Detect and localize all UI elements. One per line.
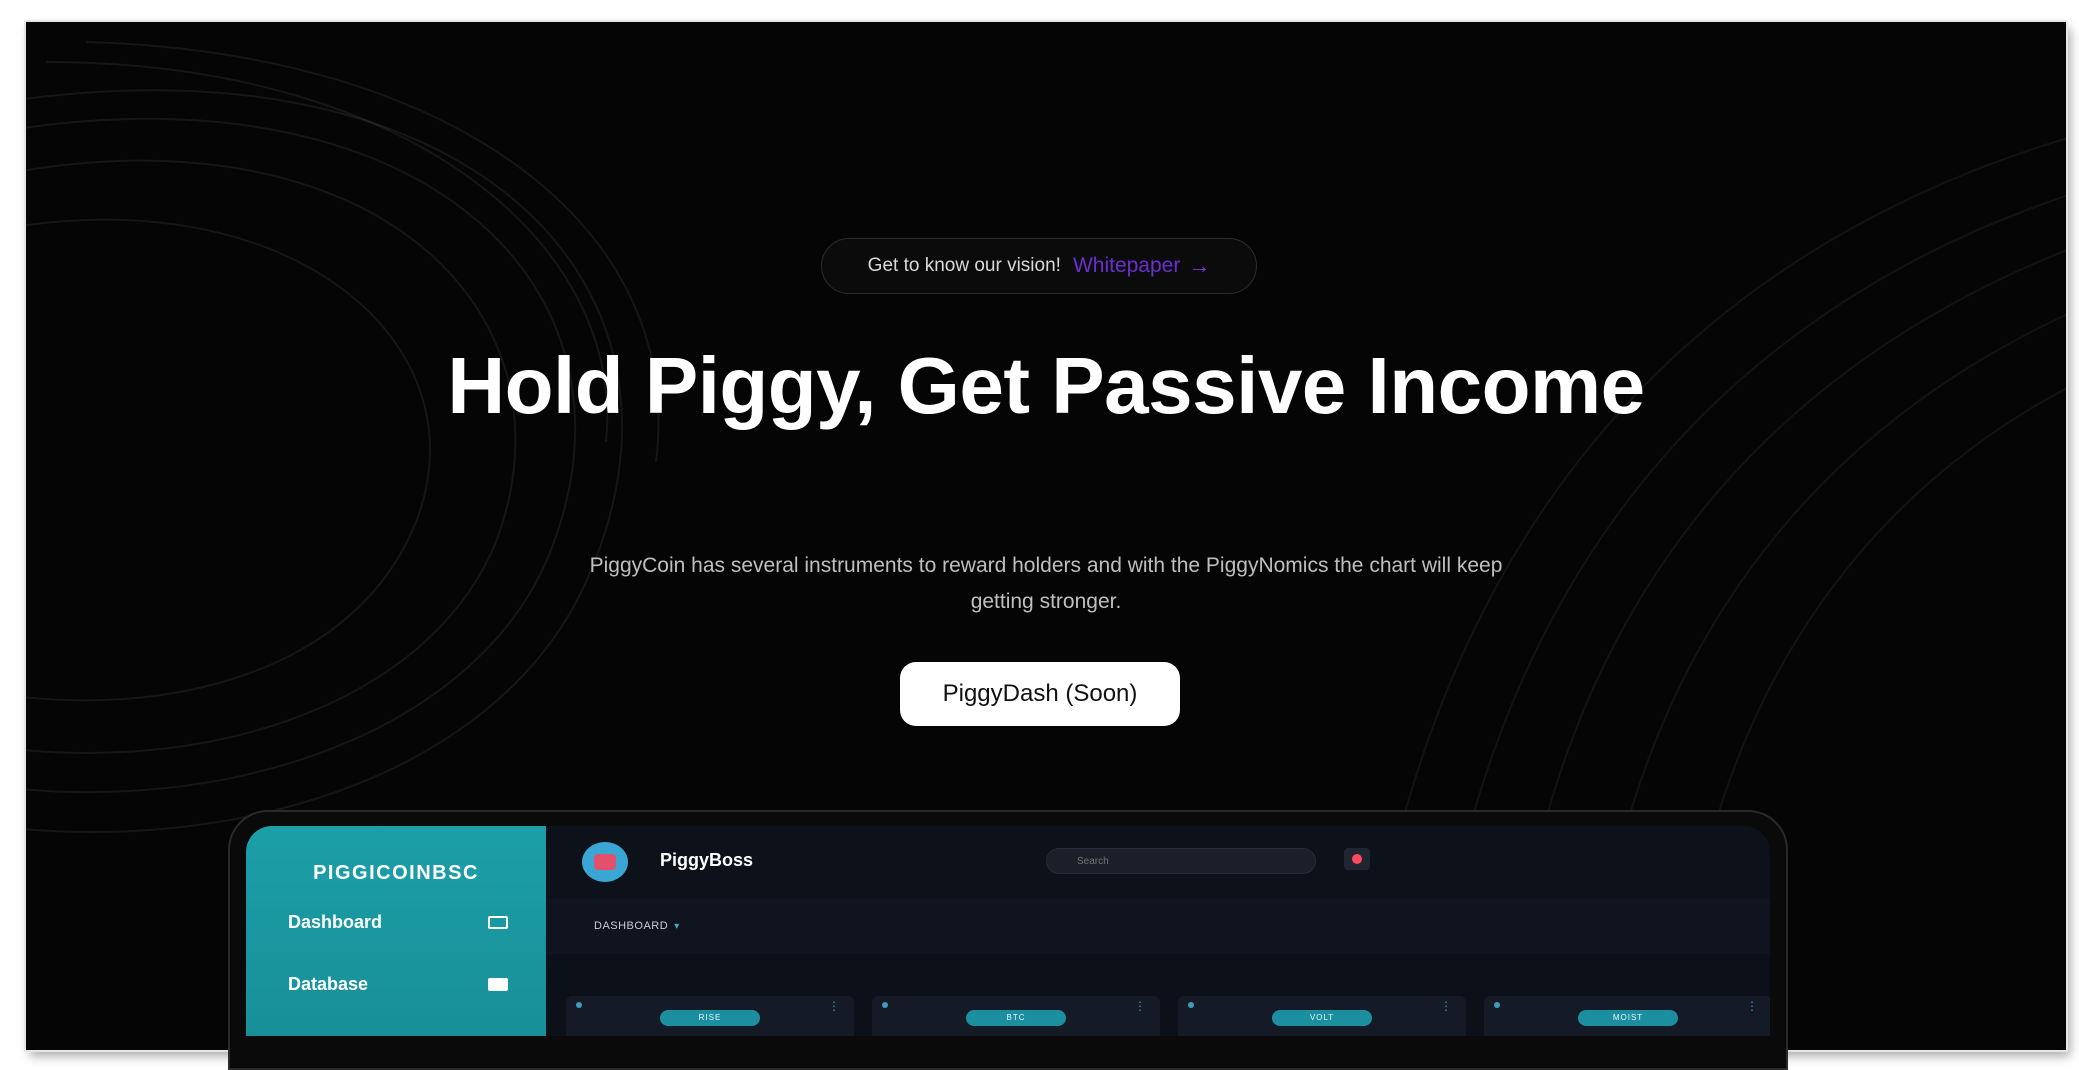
monitor-icon [488,916,508,929]
coin-tag: RISE [660,1010,760,1026]
sidebar-item-database[interactable]: Database [288,974,508,995]
kebab-menu-icon[interactable]: ⋮ [1746,1000,1758,1012]
search-input[interactable] [1046,848,1316,874]
chevron-down-icon: ▾ [674,921,680,932]
coin-card-moist[interactable]: ⋮ MOIST [1484,996,1770,1036]
card-dot-icon [882,1002,888,1008]
avatar[interactable] [582,842,628,882]
card-dot-icon [1188,1002,1194,1008]
dashboard-sidebar: PIGGICOINBSC Dashboard Database [246,826,546,1036]
pig-icon [594,854,616,870]
coin-cards: ⋮ RISE ⋮ BTC ⋮ VOLT ⋮ MOIST [566,996,1770,1036]
kebab-menu-icon[interactable]: ⋮ [828,1000,840,1012]
kebab-menu-icon[interactable]: ⋮ [1134,1000,1146,1012]
coin-card-rise[interactable]: ⋮ RISE [566,996,854,1036]
coin-tag: VOLT [1272,1010,1372,1026]
notification-dot [1352,854,1362,864]
coin-card-btc[interactable]: ⋮ BTC [872,996,1160,1036]
dashboard-preview: PIGGICOINBSC Dashboard Database PiggyBos… [246,826,1770,1036]
breadcrumb[interactable]: DASHBOARD ▾ [594,920,680,932]
hero-title: Hold Piggy, Get Passive Income [447,341,1645,430]
coin-tag: MOIST [1578,1010,1678,1026]
whitepaper-link[interactable]: Whitepaper → [1073,253,1210,279]
breadcrumb-label: DASHBOARD [594,920,669,932]
brand-logo: PIGGICOINBSC [313,862,479,884]
sidebar-item-label: Dashboard [288,912,383,932]
dashboard-topbar: PiggyBoss [546,826,1770,898]
sidebar-item-label: Database [288,974,369,994]
arrow-right-icon: → [1188,253,1211,278]
card-dot-icon [1494,1002,1500,1008]
coin-card-volt[interactable]: ⋮ VOLT [1178,996,1466,1036]
vision-text: Get to know our vision! [867,255,1061,276]
whitepaper-label: Whitepaper [1072,254,1181,277]
database-icon [488,978,508,991]
hero-subtitle: PiggyCoin has several instruments to rew… [589,554,1503,613]
card-dot-icon [576,1002,582,1008]
piggydash-button[interactable]: PiggyDash (Soon) [900,662,1180,726]
vision-pill[interactable]: Get to know our vision! Whitepaper → [821,238,1257,294]
coin-tag: BTC [966,1010,1066,1026]
username: PiggyBoss [660,850,754,870]
kebab-menu-icon[interactable]: ⋮ [1440,1000,1452,1012]
notification-icon[interactable] [1344,848,1370,870]
sidebar-item-dashboard[interactable]: Dashboard [288,912,508,933]
breadcrumb-bar: DASHBOARD ▾ [546,898,1770,954]
